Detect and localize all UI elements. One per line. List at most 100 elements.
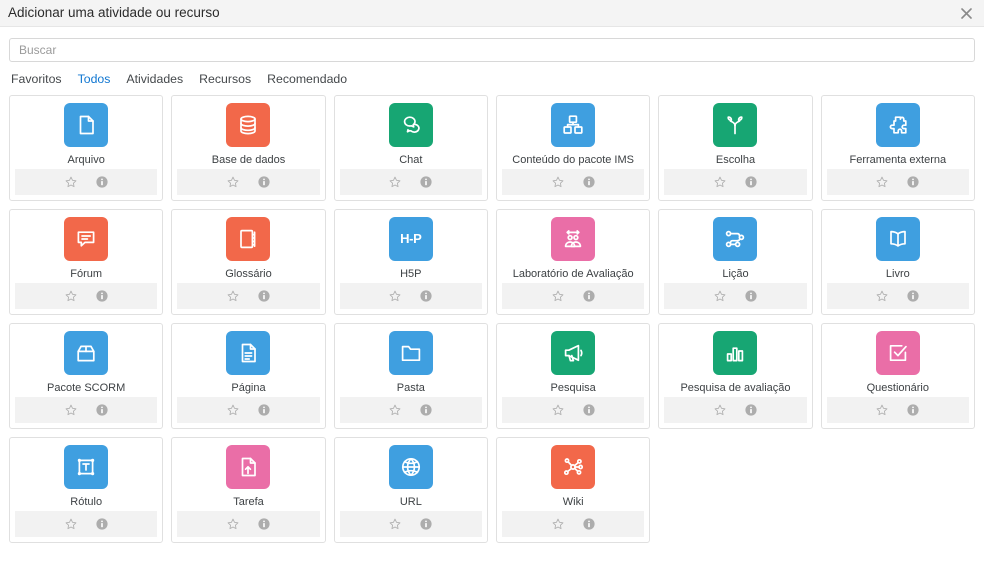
search-input[interactable] — [9, 38, 975, 62]
activity-card-footer — [177, 169, 320, 195]
activity-card[interactable]: Pesquisa — [495, 323, 651, 429]
activity-card[interactable]: H-P H5P — [333, 209, 488, 315]
database-icon — [226, 102, 271, 147]
activity-card[interactable]: Conteúdo do pacote IMS — [495, 95, 651, 201]
forum-icon — [64, 216, 109, 261]
info-icon[interactable] — [257, 289, 271, 303]
info-icon[interactable] — [95, 403, 109, 417]
star-icon[interactable] — [64, 403, 78, 417]
star-icon[interactable] — [226, 289, 240, 303]
activity-card[interactable]: Laboratório de Avaliação — [495, 209, 651, 315]
activity-card-footer — [339, 169, 482, 195]
activity-card-footer — [177, 511, 320, 537]
activity-card-label: H5P — [400, 267, 422, 280]
info-icon[interactable] — [95, 289, 109, 303]
activity-card[interactable]: Pesquisa de avaliação — [658, 323, 813, 429]
star-icon[interactable] — [713, 403, 727, 417]
h5p-wordmark-icon: H-P — [388, 216, 433, 261]
activity-card-body: Rótulo — [10, 438, 162, 511]
info-icon[interactable] — [95, 175, 109, 189]
activity-card-label: Questionário — [866, 381, 929, 394]
star-icon[interactable] — [713, 289, 727, 303]
star-icon[interactable] — [875, 403, 889, 417]
activity-card[interactable]: Ferramenta externa — [820, 95, 975, 201]
info-icon[interactable] — [95, 517, 109, 531]
activity-card-label: Conteúdo do pacote IMS — [512, 153, 634, 166]
info-icon[interactable] — [419, 175, 433, 189]
info-icon[interactable] — [906, 289, 920, 303]
activity-card[interactable]: Livro — [820, 209, 975, 315]
tab-recursos[interactable]: Recursos — [199, 72, 251, 86]
activity-card[interactable]: Arquivo — [9, 95, 164, 201]
activity-card[interactable]: Wiki — [495, 437, 651, 543]
star-icon[interactable] — [551, 175, 565, 189]
activity-card-body: Ferramenta externa — [822, 96, 974, 169]
star-icon[interactable] — [64, 289, 78, 303]
activity-card[interactable]: Glossário — [171, 209, 326, 315]
close-icon[interactable] — [957, 4, 975, 22]
tab-atividades[interactable]: Atividades — [126, 72, 183, 86]
activity-card-body: Livro — [822, 210, 974, 283]
info-icon[interactable] — [582, 175, 596, 189]
activity-card[interactable]: Escolha — [658, 95, 813, 201]
star-icon[interactable] — [226, 517, 240, 531]
activity-card-footer — [664, 169, 807, 195]
activity-card[interactable]: URL — [333, 437, 488, 543]
star-icon[interactable] — [64, 517, 78, 531]
activity-card-footer — [15, 397, 158, 423]
star-icon[interactable] — [713, 175, 727, 189]
activity-card-body: Pesquisa — [497, 324, 649, 397]
activity-card-footer — [826, 169, 969, 195]
star-icon[interactable] — [551, 289, 565, 303]
activity-card[interactable]: Pacote SCORM — [9, 323, 164, 429]
activity-card-label: Base de dados — [211, 153, 286, 166]
info-icon[interactable] — [419, 289, 433, 303]
star-icon[interactable] — [226, 403, 240, 417]
activity-card[interactable]: Pasta — [333, 323, 488, 429]
info-icon[interactable] — [419, 517, 433, 531]
info-icon[interactable] — [744, 403, 758, 417]
activity-card[interactable]: Questionário — [820, 323, 975, 429]
activity-card-body: Pacote SCORM — [10, 324, 162, 397]
info-icon[interactable] — [257, 175, 271, 189]
activity-card[interactable]: Lição — [658, 209, 813, 315]
info-icon[interactable] — [906, 403, 920, 417]
puzzle-piece-icon — [875, 102, 920, 147]
activity-card-label: Página — [231, 381, 266, 394]
activity-card[interactable]: Base de dados — [171, 95, 326, 201]
activity-card[interactable]: Tarefa — [171, 437, 326, 543]
activity-card-label: Arquivo — [67, 153, 105, 166]
info-icon[interactable] — [582, 289, 596, 303]
activity-card-label: Pesquisa de avaliação — [680, 381, 791, 394]
activity-card[interactable]: Chat — [333, 95, 488, 201]
star-icon[interactable] — [388, 175, 402, 189]
activity-card-footer — [664, 397, 807, 423]
star-icon[interactable] — [388, 289, 402, 303]
activity-card[interactable]: Fórum — [9, 209, 164, 315]
tab-todos[interactable]: Todos — [78, 72, 111, 86]
info-icon[interactable] — [906, 175, 920, 189]
info-icon[interactable] — [744, 289, 758, 303]
tab-recomendado[interactable]: Recomendado — [267, 72, 347, 86]
star-icon[interactable] — [388, 403, 402, 417]
star-icon[interactable] — [64, 175, 78, 189]
chat-bubbles-icon — [388, 102, 433, 147]
star-icon[interactable] — [875, 289, 889, 303]
star-icon[interactable] — [226, 175, 240, 189]
star-icon[interactable] — [875, 175, 889, 189]
info-icon[interactable] — [257, 517, 271, 531]
activity-card[interactable]: Rótulo — [9, 437, 164, 543]
tab-favoritos[interactable]: Favoritos — [11, 72, 62, 86]
activity-card[interactable]: Página — [171, 323, 326, 429]
info-icon[interactable] — [582, 517, 596, 531]
info-icon[interactable] — [582, 403, 596, 417]
assignment-upload-icon — [226, 444, 271, 489]
info-icon[interactable] — [744, 175, 758, 189]
info-icon[interactable] — [419, 403, 433, 417]
star-icon[interactable] — [551, 517, 565, 531]
star-icon[interactable] — [551, 403, 565, 417]
info-icon[interactable] — [257, 403, 271, 417]
category-tabs: Favoritos Todos Atividades Recursos Recomend… — [0, 62, 984, 86]
lesson-path-icon — [713, 216, 758, 261]
star-icon[interactable] — [388, 517, 402, 531]
